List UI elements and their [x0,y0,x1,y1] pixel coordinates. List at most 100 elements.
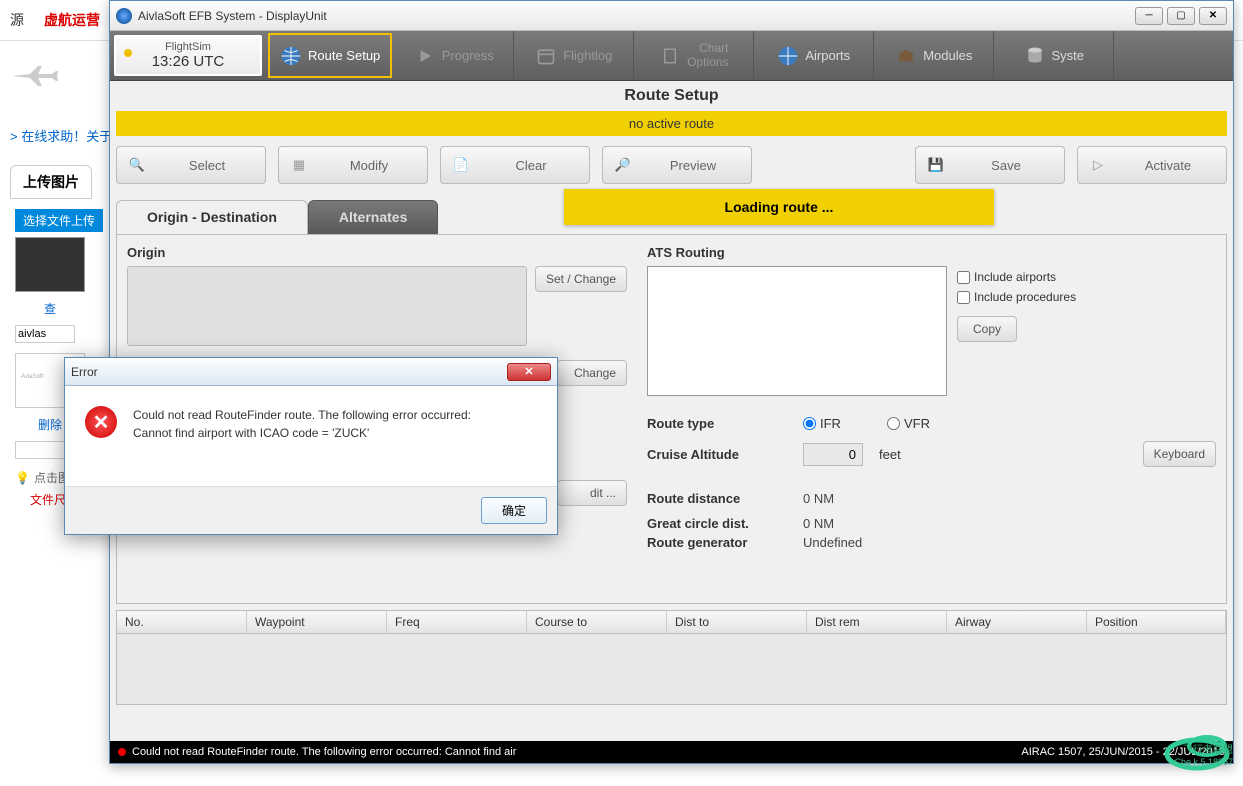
change-button[interactable]: Change [557,360,627,386]
route-generator-value: Undefined [803,535,862,550]
toolbar-airports[interactable]: Airports [754,31,874,80]
vfr-radio[interactable]: VFR [887,416,930,431]
dialog-titlebar[interactable]: Error ✕ [65,358,557,386]
watermark-text: 飞行者联盟 Che k.5.18357 [1174,745,1233,768]
bg-tab-upload[interactable]: 上传图片 [10,165,92,199]
dialog-ok-button[interactable]: 确定 [481,497,547,524]
copy-button[interactable]: Copy [957,316,1017,342]
select-button[interactable]: 🔍Select [116,146,266,184]
modify-button[interactable]: ▦Modify [278,146,428,184]
cruise-unit: feet [879,447,901,462]
clear-button[interactable]: 📄Clear [440,146,590,184]
bg-nav-item[interactable]: 源 [10,10,24,30]
keyboard-button[interactable]: Keyboard [1143,441,1216,467]
action-row: 🔍Select ▦Modify 📄Clear 🔎Preview 💾Save ▷A… [110,136,1233,194]
toolbar-label: Syste [1052,48,1085,63]
time-panel: FlightSim 13:26 UTC [114,35,262,76]
route-table: No. Waypoint Freq Course to Dist to Dist… [116,610,1227,705]
gc-distance-label: Great circle dist. [647,516,787,531]
origin-display [127,266,527,346]
set-change-button[interactable]: Set / Change [535,266,627,292]
ifr-radio[interactable]: IFR [803,416,841,431]
toolbar-flightlog[interactable]: Flightlog [514,31,634,80]
save-button[interactable]: 💾Save [915,146,1065,184]
toolbar-label: Progress [442,48,494,63]
error-dialog: Error ✕ ✕ Could not read RouteFinder rou… [64,357,558,535]
cruise-altitude-input[interactable] [803,443,863,466]
include-airports-checkbox[interactable]: Include airports [957,270,1076,284]
bg-text-input[interactable] [15,325,75,343]
toolbar-label: Modules [923,48,972,63]
globe-icon [280,45,302,67]
ats-routing-textarea[interactable] [647,266,947,396]
database-icon [1024,45,1046,67]
activate-icon: ▷ [1086,153,1110,177]
col-dist-to[interactable]: Dist to [667,611,807,633]
section-title: Route Setup [110,81,1233,111]
window-titlebar[interactable]: AivlaSoft EFB System - DisplayUnit ─ ▢ ✕ [110,1,1233,31]
tab-origin-destination[interactable]: Origin - Destination [116,200,308,234]
col-waypoint[interactable]: Waypoint [247,611,387,633]
status-bar: Could not read RouteFinder route. The fo… [110,741,1233,763]
ats-routing-label: ATS Routing [647,245,1216,260]
preview-icon: 🔎 [611,153,635,177]
grid-icon: ▦ [287,153,311,177]
error-icon: ✕ [85,406,117,438]
calendar-icon [535,45,557,67]
route-distance-value: 0 NM [803,491,834,506]
status-dot-icon [124,49,132,57]
time-label: FlightSim [165,41,211,53]
bg-caption-1: 查 [5,297,95,320]
dialog-close-button[interactable]: ✕ [507,363,551,381]
col-dist-rem[interactable]: Dist rem [807,611,947,633]
edit-button[interactable]: dit ... [557,480,627,506]
maximize-button[interactable]: ▢ [1167,7,1195,25]
include-procedures-checkbox[interactable]: Include procedures [957,290,1076,304]
bg-select-file-btn[interactable]: 选择文件上传 [15,209,103,232]
bg-nav-item-red[interactable]: 虚航运营 [44,10,100,30]
loading-banner: Loading route ... [564,189,994,225]
clear-icon: 📄 [449,153,473,177]
toolbar-label: Chart Options [687,42,728,68]
save-icon: 💾 [924,153,948,177]
time-value: 13:26 UTC [152,53,225,70]
dialog-title: Error [71,365,507,379]
briefcase-icon [895,45,917,67]
window-title: AivlaSoft EFB System - DisplayUnit [138,9,1135,23]
dialog-footer: 确定 [65,486,557,534]
toolbar-modules[interactable]: Modules [874,31,994,80]
dialog-body: ✕ Could not read RouteFinder route. The … [65,386,557,486]
top-toolbar: FlightSim 13:26 UTC Route Setup Progress… [110,31,1233,81]
right-column: ATS Routing Include airports Include pro… [627,245,1216,593]
toolbar-label: Route Setup [308,48,380,63]
toolbar-chart-options[interactable]: Chart Options [634,31,754,80]
document-icon [659,45,681,67]
toolbar-route-setup[interactable]: Route Setup [268,33,392,78]
col-airway[interactable]: Airway [947,611,1087,633]
folder-search-icon: 🔍 [125,153,149,177]
tab-alternates[interactable]: Alternates [308,200,438,234]
bulb-icon: 💡 [15,471,30,485]
close-button[interactable]: ✕ [1199,7,1227,25]
col-no[interactable]: No. [117,611,247,633]
toolbar-system[interactable]: Syste [994,31,1114,80]
globe-icon [777,45,799,67]
route-distance-label: Route distance [647,491,787,506]
route-generator-label: Route generator [647,535,787,550]
toolbar-progress[interactable]: Progress [394,31,514,80]
minimize-button[interactable]: ─ [1135,7,1163,25]
origin-label: Origin [127,245,627,260]
activate-button[interactable]: ▷Activate [1077,146,1227,184]
plane-icon [10,61,60,91]
preview-button[interactable]: 🔎Preview [602,146,752,184]
col-course[interactable]: Course to [527,611,667,633]
error-message: Could not read RouteFinder route. The fo… [133,406,471,442]
bg-thumbnail-1[interactable] [15,237,85,292]
status-message: Could not read RouteFinder route. The fo… [132,746,1021,758]
gc-distance-value: 0 NM [803,516,834,531]
app-icon [116,8,132,24]
col-position[interactable]: Position [1087,611,1226,633]
route-type-label: Route type [647,416,787,431]
col-freq[interactable]: Freq [387,611,527,633]
play-icon [414,45,436,67]
